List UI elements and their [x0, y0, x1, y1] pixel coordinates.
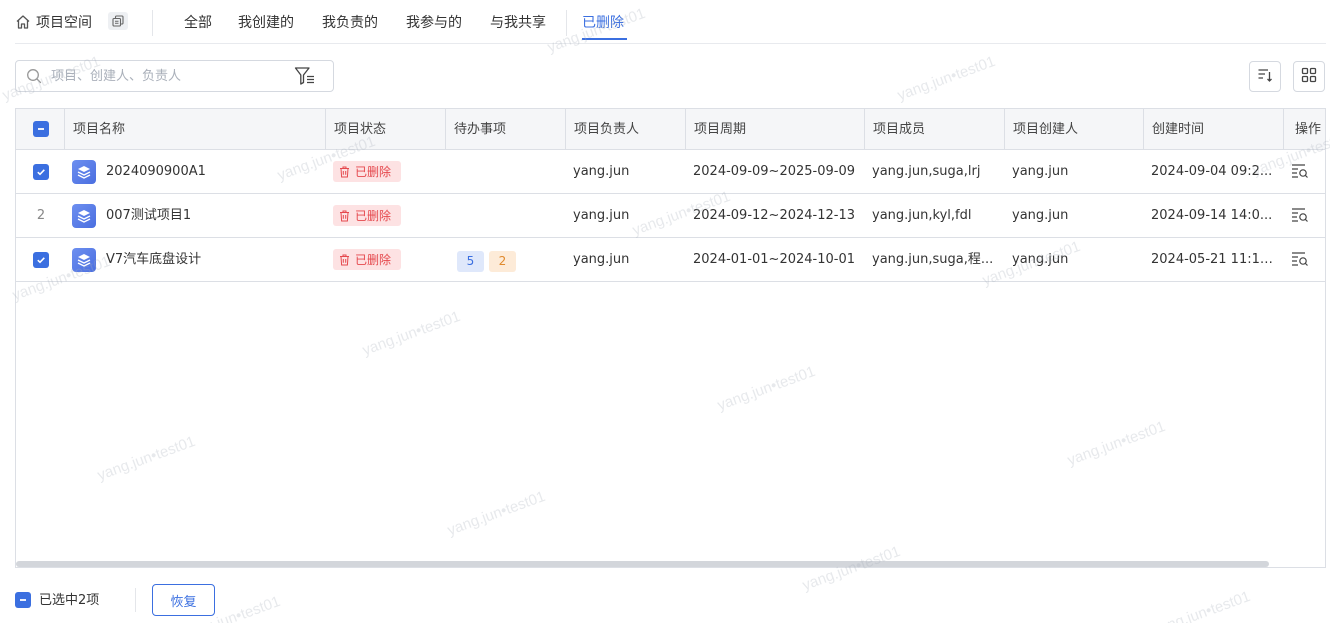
watermark: yang.jun•test01: [1150, 587, 1253, 623]
restore-button[interactable]: 恢复: [152, 584, 215, 616]
table-header: 项目名称 项目状态 待办事项 项目负责人 项目周期 项目成员 项目创建人 创建时…: [16, 109, 1325, 150]
row-index: 2: [36, 208, 46, 223]
owner-cell: yang.jun: [573, 208, 630, 223]
watermark: yang.jun•test01: [895, 52, 998, 105]
tab-created-by-me[interactable]: 我创建的: [238, 12, 294, 32]
projects-table: 项目名称 项目状态 待办事项 项目负责人 项目周期 项目成员 项目创建人 创建时…: [15, 108, 1326, 568]
trash-icon: [340, 254, 349, 265]
sort-button[interactable]: [1249, 61, 1281, 92]
bulk-select-checkbox[interactable]: [15, 592, 31, 608]
home-icon: [15, 14, 31, 30]
search-input[interactable]: [51, 66, 291, 86]
created-time-cell: 2024-09-04 09:2...: [1151, 164, 1273, 179]
project-name[interactable]: 2024090900A1: [106, 150, 206, 193]
members-cell: yang.jun,kyl,fdl: [872, 208, 972, 223]
status-text: 已删除: [355, 165, 392, 179]
grid-view-icon: [1301, 67, 1317, 87]
period-cell: 2024-09-09~2025-09-09: [693, 164, 855, 179]
column-header-status[interactable]: 项目状态: [325, 109, 445, 150]
nav-bottom-border: [15, 43, 1326, 44]
top-nav: 项目空间 全部 我创建的 我负责的 我参与的 与我共享 已删除: [0, 0, 1330, 44]
filter-icon[interactable]: [294, 66, 316, 86]
creator-cell: yang.jun: [1012, 164, 1069, 179]
column-header-period[interactable]: 项目周期: [685, 109, 864, 150]
tab-participating[interactable]: 我参与的: [406, 12, 462, 32]
column-header-creator[interactable]: 项目创建人: [1004, 109, 1143, 150]
project-name[interactable]: V7汽车底盘设计: [106, 238, 201, 281]
tab-owned-by-me[interactable]: 我负责的: [322, 12, 378, 32]
column-header-todos[interactable]: 待办事项: [445, 109, 565, 150]
column-header-owner[interactable]: 项目负责人: [565, 109, 685, 150]
project-layers-icon: [72, 248, 96, 272]
sort-icon: [1257, 67, 1273, 87]
grid-view-button[interactable]: [1293, 61, 1325, 92]
created-time-cell: 2024-09-14 14:0...: [1151, 208, 1273, 223]
column-header-actions: 操作: [1283, 109, 1325, 150]
selected-count-text: 已选中2项: [39, 593, 100, 608]
tab-divider: [566, 10, 567, 36]
status-text: 已删除: [355, 253, 392, 267]
status-badge: 已删除: [333, 249, 402, 270]
view-details-icon[interactable]: [1291, 163, 1309, 179]
column-header-created[interactable]: 创建时间: [1143, 109, 1283, 150]
tab-shared-with-me[interactable]: 与我共享: [490, 12, 546, 32]
project-layers-icon: [72, 160, 96, 184]
table-row[interactable]: 2024090900A1 已删除 yang.jun 2024-09-09~202…: [16, 150, 1325, 194]
row-checkbox[interactable]: [33, 164, 49, 180]
owner-cell: yang.jun: [573, 164, 630, 179]
project-name[interactable]: 007测试项目1: [106, 194, 191, 237]
table-row[interactable]: V7汽车底盘设计 已删除 5 2 yang.jun 2024-01-01~202…: [16, 238, 1325, 282]
owner-cell: yang.jun: [573, 252, 630, 267]
view-details-icon[interactable]: [1291, 207, 1309, 223]
status-badge: 已删除: [333, 205, 402, 226]
todo-count-badge[interactable]: 2: [489, 251, 516, 272]
members-cell: yang.jun,suga,lrj: [872, 164, 981, 179]
search-icon: [26, 68, 42, 84]
creator-cell: yang.jun: [1012, 208, 1069, 223]
table-row[interactable]: 2 007测试项目1 已删除 yang.jun 2024-09-12~2024-…: [16, 194, 1325, 238]
nav-divider: [152, 10, 153, 36]
footer-divider: [135, 588, 136, 612]
search-box: [15, 60, 334, 92]
tab-deleted[interactable]: 已删除: [582, 12, 624, 32]
tab-all[interactable]: 全部: [184, 12, 212, 32]
copy-icon[interactable]: [108, 12, 128, 30]
created-time-cell: 2024-05-21 11:13...: [1151, 252, 1277, 267]
row-checkbox[interactable]: [33, 252, 49, 268]
trash-icon: [340, 210, 349, 221]
trash-icon: [340, 166, 349, 177]
column-header-members[interactable]: 项目成员: [864, 109, 1004, 150]
period-cell: 2024-09-12~2024-12-13: [693, 208, 855, 223]
creator-cell: yang.jun: [1012, 252, 1069, 267]
members-cell: yang.jun,suga,程...: [872, 252, 994, 267]
status-text: 已删除: [355, 209, 392, 223]
home-label: 项目空间: [36, 15, 92, 31]
active-tab-indicator: [582, 38, 627, 40]
status-badge: 已删除: [333, 161, 402, 182]
project-layers-icon: [72, 204, 96, 228]
todo-count-badge[interactable]: 5: [457, 251, 484, 272]
column-header-name[interactable]: 项目名称: [64, 109, 325, 150]
view-details-icon[interactable]: [1291, 251, 1309, 267]
breadcrumb-home[interactable]: 项目空间: [15, 12, 92, 32]
select-all-checkbox[interactable]: [33, 121, 49, 137]
period-cell: 2024-01-01~2024-10-01: [693, 252, 855, 267]
horizontal-scrollbar[interactable]: [16, 561, 1269, 567]
